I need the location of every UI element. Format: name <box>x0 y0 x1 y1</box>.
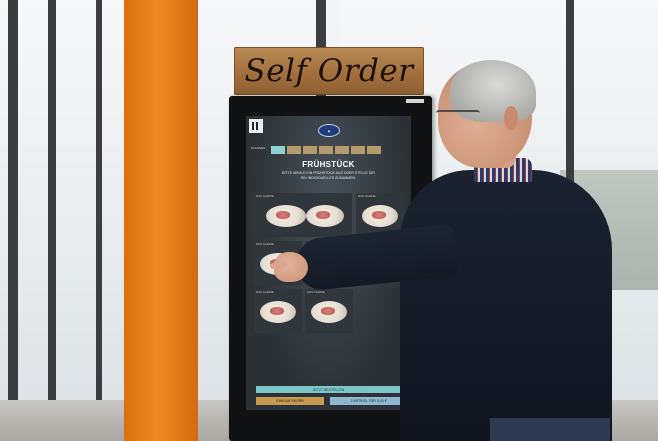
dish-image <box>362 205 398 227</box>
dish-image <box>311 301 347 323</box>
dish-image <box>306 205 344 227</box>
menu-card-label: DAS KLEINE <box>256 242 274 246</box>
category-tab[interactable] <box>319 146 333 154</box>
brand-logo: ◆ <box>318 124 340 137</box>
tab-breakfast[interactable] <box>271 146 285 154</box>
category-tabs <box>271 146 381 154</box>
person-ear <box>504 106 518 130</box>
category-tab[interactable] <box>367 146 381 154</box>
cart-summary-text: 2 ARTIKEL FÜR 5,40 € <box>350 399 387 403</box>
menu-card-label: DAS KLEINE <box>358 194 376 198</box>
category-tab[interactable] <box>303 146 317 154</box>
category-tab[interactable] <box>351 146 365 154</box>
menu-card[interactable]: DAS KLEINE <box>305 289 353 333</box>
window-pane <box>0 0 124 400</box>
menu-card-label: DAS KLEINE <box>256 290 274 294</box>
photo-scene: Self Order SCANNEN ◆ FRÜHSTÜCK BITTE WÄH… <box>0 0 658 441</box>
menu-card[interactable]: DAS KLEINE <box>254 193 352 237</box>
qr-code-icon <box>249 119 263 133</box>
cart-summary[interactable]: 🛒 2 ARTIKEL FÜR 5,40 € <box>330 397 401 405</box>
screen-title: FRÜHSTÜCK <box>302 160 355 169</box>
category-tab[interactable] <box>287 146 301 154</box>
person-torso <box>400 170 612 441</box>
dish-image <box>260 301 296 323</box>
person-jeans <box>490 418 610 441</box>
window-frame <box>48 0 56 441</box>
menu-card[interactable]: DAS KLEINE <box>254 289 302 333</box>
glasses-icon <box>436 110 480 118</box>
qr-caption: SCANNEN <box>250 146 266 150</box>
screen-subtitle: BITTE WÄHLE EIN FRÜHSTÜCK AUS ODER STELL… <box>282 171 375 180</box>
kiosk-status-light <box>406 99 424 103</box>
window-frame <box>96 0 102 441</box>
menu-card-label: DAS KLEINE <box>256 194 274 198</box>
cart-icon: 🛒 <box>344 399 349 403</box>
sign-text: Self Order <box>244 53 414 89</box>
category-tab[interactable] <box>335 146 349 154</box>
self-order-sign: Self Order <box>234 47 424 95</box>
dish-image <box>266 205 306 227</box>
cart-button[interactable]: EINKAUFSKORB <box>256 397 324 405</box>
window-frame <box>8 0 18 441</box>
menu-card-label: DAS KLEINE <box>307 290 325 294</box>
order-button[interactable]: JETZT BESTELLEN <box>256 386 401 393</box>
orange-pillar <box>124 0 198 441</box>
